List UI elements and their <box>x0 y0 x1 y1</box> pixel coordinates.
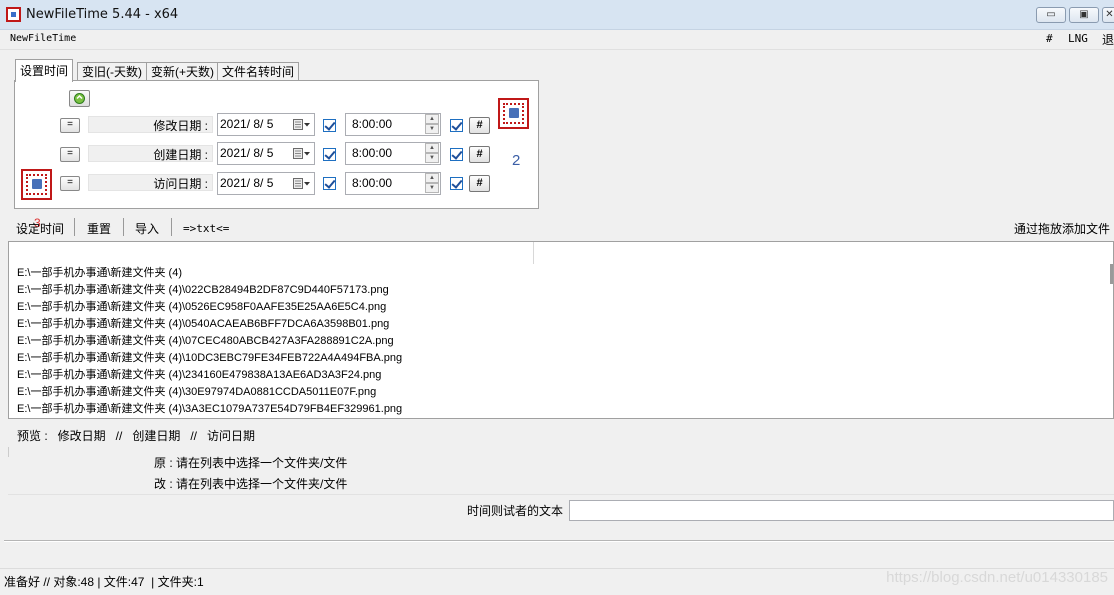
accessed-time-spinner[interactable]: ▲ ▼ <box>425 173 439 194</box>
accessed-time-value: 8:00:00 <box>352 176 393 190</box>
created-date-value: 2021/ 8/ 5 <box>220 146 274 160</box>
modified-date-value: 2021/ 8/ 5 <box>220 117 274 131</box>
file-time-icon[interactable] <box>498 98 529 129</box>
accessed-date-value: 2021/ 8/ 5 <box>220 176 274 190</box>
app-label: NewFileTime <box>10 33 77 44</box>
refresh-icon[interactable] <box>69 90 90 107</box>
created-date-label: 创建日期 : <box>153 148 208 162</box>
preview-original: 原 : 请在列表中选择一个文件夹/文件 <box>154 456 348 470</box>
tab-newer-days[interactable]: 变新(+天数) <box>146 62 220 81</box>
modified-time-checkbox[interactable] <box>450 119 463 132</box>
section-divider <box>4 540 1114 542</box>
created-date-picker[interactable]: 2021/ 8/ 5 <box>217 142 315 165</box>
toolbar-separator <box>123 218 124 236</box>
list-item[interactable]: E:\一部手机办事通\新建文件夹 (4)\10DC3EBC79FE34FEB72… <box>17 350 402 367</box>
reset-button[interactable]: 重置 <box>87 220 111 237</box>
menu-strip <box>0 30 1114 50</box>
toolbar-separator <box>171 218 172 236</box>
list-item[interactable]: E:\一部手机办事通\新建文件夹 (4)\234160E479838A13AE6… <box>17 367 381 384</box>
file-list[interactable]: E:\一部手机办事通\新建文件夹 (4) E:\一部手机办事通\新建文件夹 (4… <box>8 264 1114 419</box>
window-title: NewFileTime 5.44 - x64 <box>26 7 179 22</box>
exit-menu[interactable]: 退 <box>1102 31 1114 48</box>
column-header[interactable] <box>9 242 534 264</box>
hash-menu[interactable]: # <box>1046 32 1053 45</box>
list-item[interactable]: E:\一部手机办事通\新建文件夹 (4)\30E97974DA0881CCDA5… <box>17 384 376 401</box>
equal-button-accessed[interactable]: = <box>60 176 80 191</box>
close-button[interactable]: ✕ <box>1102 7 1114 23</box>
tab-filename-to-time[interactable]: 文件名转时间 <box>217 62 300 81</box>
accessed-enable-checkbox[interactable] <box>323 177 336 190</box>
list-item[interactable]: E:\一部手机办事通\新建文件夹 (4)\0526EC958F0AAFE35E2… <box>17 299 386 316</box>
set-time-button[interactable]: 设定时间 <box>16 220 64 237</box>
tab-older-days[interactable]: 变旧(-天数) <box>77 62 147 81</box>
preview-changed: 改 : 请在列表中选择一个文件夹/文件 <box>154 477 348 491</box>
calendar-dropdown-icon[interactable] <box>293 148 310 160</box>
tab-set-time[interactable]: 设置时间 <box>15 59 74 82</box>
status-text: 准备好 // 对象:48 | 文件:47 | 文件夹:1 <box>4 575 204 589</box>
toolbar-separator <box>74 218 75 236</box>
modified-enable-checkbox[interactable] <box>323 119 336 132</box>
language-menu[interactable]: LNG <box>1068 32 1088 45</box>
equal-button-created[interactable]: = <box>60 147 80 162</box>
list-item[interactable]: E:\一部手机办事通\新建文件夹 (4)\0540ACAEAB6BFF7DCA6… <box>17 316 389 333</box>
list-item[interactable]: E:\一部手机办事通\新建文件夹 (4)\3A3EC1079A737E54D79… <box>17 401 402 418</box>
created-enable-checkbox[interactable] <box>323 148 336 161</box>
accessed-date-picker[interactable]: 2021/ 8/ 5 <box>217 172 315 195</box>
section-divider <box>8 494 1114 495</box>
modified-date-label: 修改日期 : <box>153 119 208 133</box>
modified-time-spinner[interactable]: ▲ ▼ <box>425 114 439 135</box>
list-item[interactable]: E:\一部手机办事通\新建文件夹 (4)\022CB28494B2DF87C9D… <box>17 282 389 299</box>
modified-time-value: 8:00:00 <box>352 117 393 131</box>
modified-hash-button[interactable]: # <box>469 117 490 134</box>
annotation-two: 2 <box>512 152 521 169</box>
watermark: https://blog.csdn.net/u014330185 <box>886 569 1108 586</box>
list-item[interactable]: E:\一部手机办事通\新建文件夹 (4) <box>17 265 182 282</box>
drag-drop-hint: 通过拖放添加文件 <box>1014 222 1111 236</box>
scrollbar-thumb[interactable] <box>1110 264 1113 284</box>
export-txt-button[interactable]: =>txt<= <box>183 222 229 235</box>
created-time-input[interactable]: 8:00:00 ▲ ▼ <box>345 142 441 165</box>
preview-heading: 预览 : 修改日期 // 创建日期 // 访问日期 <box>17 429 256 443</box>
file-list-header <box>8 241 1114 265</box>
modified-time-input[interactable]: 8:00:00 ▲ ▼ <box>345 113 441 136</box>
created-time-checkbox[interactable] <box>450 148 463 161</box>
list-item[interactable]: E:\一部手机办事通\新建文件夹 (4)\07CEC480ABCB427A3FA… <box>17 333 394 350</box>
created-time-spinner[interactable]: ▲ ▼ <box>425 143 439 164</box>
maximize-button[interactable]: ▣ <box>1069 7 1099 23</box>
file-time-icon[interactable] <box>21 169 52 200</box>
minimize-button[interactable]: ▭ <box>1036 7 1066 23</box>
equal-button-modified[interactable]: = <box>60 118 80 133</box>
calendar-dropdown-icon[interactable] <box>293 119 310 131</box>
accessed-time-input[interactable]: 8:00:00 ▲ ▼ <box>345 172 441 195</box>
created-hash-button[interactable]: # <box>469 146 490 163</box>
created-time-value: 8:00:00 <box>352 146 393 160</box>
test-text-input[interactable] <box>569 500 1114 521</box>
accessed-date-label: 访问日期 : <box>153 177 208 191</box>
app-icon <box>6 7 21 22</box>
calendar-dropdown-icon[interactable] <box>293 178 310 190</box>
modified-date-picker[interactable]: 2021/ 8/ 5 <box>217 113 315 136</box>
accessed-time-checkbox[interactable] <box>450 177 463 190</box>
import-button[interactable]: 导入 <box>135 220 159 237</box>
test-text-label: 时间则试者的文本 <box>467 504 564 518</box>
preview-divider <box>8 447 9 457</box>
accessed-hash-button[interactable]: # <box>469 175 490 192</box>
